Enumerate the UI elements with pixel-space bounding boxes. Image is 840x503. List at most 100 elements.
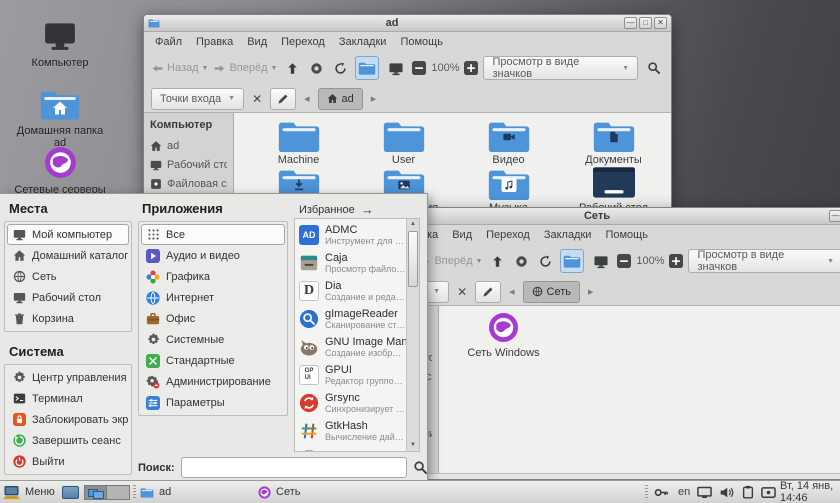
maximize-button[interactable]: □ [639,17,652,29]
app-gimagereader[interactable]: gImageReaderСканирование страниц и распо… [298,305,406,333]
app-grsync[interactable]: GrsyncСинхронизирует файлы и директори… [298,389,406,417]
menu-view[interactable]: Вид [240,34,274,50]
desktop-icon-network-servers[interactable]: Сетевые серверы [12,146,108,196]
titlebar[interactable]: ad — □ ✕ [144,15,671,32]
file-item[interactable]: Музыка [456,165,561,213]
app-gpui[interactable]: GPUIGPUIРедактор групповых политик позво… [298,361,406,389]
file-item[interactable]: User [351,117,456,165]
menu-edit[interactable]: Правка [189,34,240,50]
menu-item-trash[interactable]: Корзина [7,308,129,329]
file-item[interactable]: Документы [561,117,666,165]
zoom-out-button[interactable] [617,254,631,268]
menu-file[interactable]: Файл [148,34,189,50]
breadcrumb-current[interactable]: ad [318,88,363,110]
volume-tray-icon[interactable] [719,481,734,503]
close-sidepane-button[interactable]: ✕ [250,92,264,106]
workspace-1[interactable] [84,485,107,500]
view-mode-combo[interactable]: Просмотр в виде значков▼ [483,56,638,80]
category-internet[interactable]: Интернет [141,287,285,308]
stop-button[interactable] [512,255,531,268]
workspace-2[interactable] [107,485,130,500]
edit-location-button[interactable] [270,88,296,110]
places-combo[interactable]: Точки входа▼ [151,88,244,110]
keyring-tray-icon[interactable] [654,481,669,503]
app-dia[interactable]: DDiaСоздание и редактирование диагра… [298,277,406,305]
apps-scrollbar[interactable]: ▲ ▼ [406,219,419,451]
category-administration[interactable]: Администрирование [141,371,285,392]
menu-item-lock-screen[interactable]: Заблокировать экран [7,409,129,430]
category-accessories[interactable]: Стандартные [141,350,285,371]
menu-help[interactable]: Помощь [598,227,655,243]
zoom-in-button[interactable] [464,61,478,75]
sidebar-item-filesystem[interactable]: Файловая систе… [150,178,227,190]
menu-item-shutdown[interactable]: Выйти [7,451,129,472]
scroll-thumb[interactable] [408,231,418,287]
back-button[interactable]: Назад▼ [151,62,208,75]
menu-help[interactable]: Помощь [393,34,450,50]
file-item[interactable]: Видео [456,117,561,165]
file-item[interactable]: Сеть Windows [451,310,556,358]
search-input[interactable] [181,457,407,478]
category-graphics[interactable]: Графика [141,266,285,287]
menu-item-home-folder[interactable]: Домашний каталог [7,245,129,266]
display-tray-icon[interactable] [697,481,712,503]
task-button-network[interactable]: Сеть [258,481,370,503]
favorites-button[interactable]: Избранное→ [299,202,374,217]
app-gtkhash[interactable]: GtkHashВычисление дайджестов или контро… [298,417,406,445]
breadcrumb-left-icon[interactable]: ◀ [507,288,516,296]
minimize-button[interactable]: — [829,210,840,222]
zoom-out-button[interactable] [412,61,426,75]
clock[interactable]: Вт, 14 янв, 14:46 [780,481,840,503]
menu-item-terminal[interactable]: Терминал [7,388,129,409]
category-audio-video[interactable]: Аудио и видео [141,245,285,266]
menu-item-network[interactable]: Сеть [7,266,129,287]
category-all[interactable]: Все [141,224,285,245]
breadcrumb-left-icon[interactable]: ◀ [302,95,311,103]
menu-item-log-out[interactable]: Завершить сеанс [7,430,129,451]
category-office[interactable]: Офис [141,308,285,329]
up-button[interactable] [282,62,301,75]
breadcrumb-current[interactable]: Сеть [523,281,580,303]
breadcrumb-right-icon[interactable]: ▶ [586,288,595,296]
edit-location-button[interactable] [475,281,501,303]
keyboard-layout-indicator[interactable]: en [678,481,690,503]
minimize-button[interactable]: — [624,17,637,29]
desktop-icon-computer[interactable]: Компьютер [12,18,108,69]
app-gimp[interactable]: GNU Image Manipulation Progr…Создание из… [298,333,406,361]
home-button[interactable] [560,249,585,273]
computer-button[interactable] [589,254,612,269]
close-sidepane-button[interactable]: ✕ [455,285,469,299]
menu-view[interactable]: Вид [445,227,479,243]
show-desktop-button[interactable] [62,481,79,503]
category-system[interactable]: Системные [141,329,285,350]
menu-item-my-computer[interactable]: Мой компьютер [7,224,129,245]
workspace-switcher[interactable] [84,481,130,503]
menu-button[interactable]: Меню [3,481,55,503]
menu-bookmarks[interactable]: Закладки [332,34,394,50]
desktop-icon-home-folder[interactable]: Домашняя папка ad [12,88,108,149]
forward-button[interactable]: Вперёд▼ [213,62,277,75]
reload-button[interactable] [536,255,555,268]
view-mode-combo[interactable]: Просмотр в виде значков▼ [688,249,840,273]
scroll-up-icon[interactable]: ▲ [407,219,419,230]
computer-button[interactable] [384,61,407,76]
task-button-ad[interactable]: ad [140,481,252,503]
reload-button[interactable] [331,62,350,75]
file-item[interactable]: Рабочий стол [561,165,666,213]
menu-item-control-center[interactable]: Центр управления [7,367,129,388]
category-preferences[interactable]: Параметры [141,392,285,413]
close-button[interactable]: ✕ [654,17,667,29]
app-hp-device-manager[interactable]: HP Device Manager [298,445,406,451]
menu-bookmarks[interactable]: Закладки [537,227,599,243]
file-view[interactable]: Сеть Windows [439,306,840,473]
app-caja[interactable]: CajaПросмотр файловой системы в файл… [298,249,406,277]
search-icon[interactable] [413,460,428,475]
up-button[interactable] [487,255,506,268]
clipboard-tray-icon[interactable] [741,481,755,503]
breadcrumb-right-icon[interactable]: ▶ [369,95,378,103]
forward-button[interactable]: Вперёд▼ [418,255,482,268]
home-button[interactable] [355,56,380,80]
sidebar-item-home[interactable]: ad [150,140,227,152]
menu-go[interactable]: Переход [479,227,537,243]
search-button[interactable] [643,61,664,75]
